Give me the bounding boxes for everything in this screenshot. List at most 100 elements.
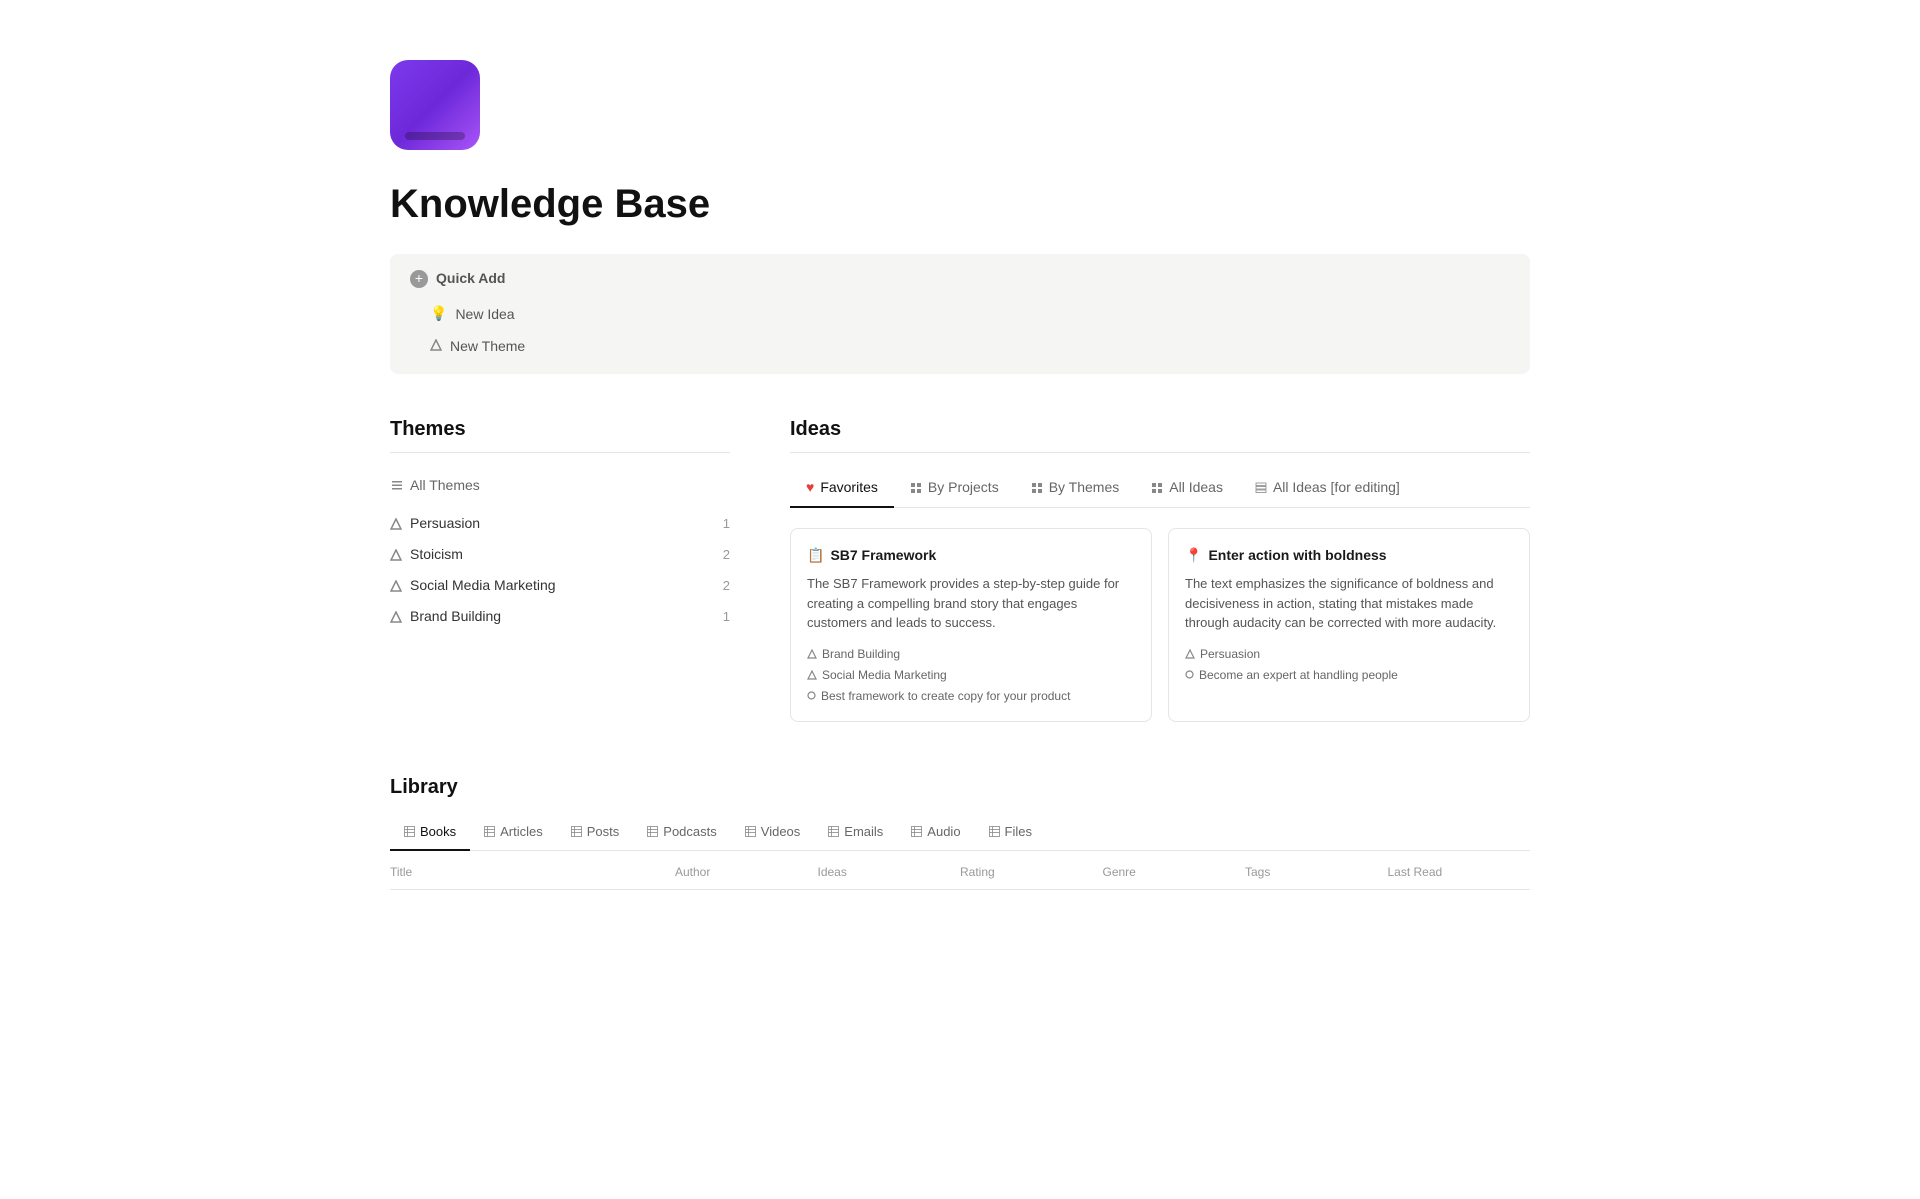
ideas-section-title: Ideas [790,414,1530,453]
triangle-icon [1185,649,1195,659]
tab-posts[interactable]: Posts [557,814,634,852]
list-icon [390,479,404,493]
tag-label: Brand Building [822,645,900,663]
library-section: Library Books Articles [390,772,1530,891]
quick-add-buttons: 💡 New Idea New Theme [410,299,1510,360]
ideas-column: Ideas ♥ Favorites By Projects By Themes [790,414,1530,722]
idea-card-desc: The SB7 Framework provides a step-by-ste… [807,574,1135,633]
quick-add-section: + Quick Add 💡 New Idea New Theme [390,254,1530,374]
grid-icon [910,482,922,494]
all-themes-link[interactable]: All Themes [390,469,730,502]
library-title: Library [390,772,1530,802]
themes-list: Persuasion 1 Stoicism 2 Social Media Mar… [390,508,730,632]
tab-by-projects-label: By Projects [928,477,999,498]
list-item[interactable]: Social Media Marketing 2 [390,570,730,601]
main-content-grid: Themes All Themes Persuasion 1 [390,414,1530,722]
idea-card-tags: Persuasion Become an expert at handling … [1185,645,1513,684]
tab-podcasts[interactable]: Podcasts [633,814,730,852]
tab-all-ideas[interactable]: All Ideas [1135,469,1239,508]
quick-add-header[interactable]: + Quick Add [410,268,1510,289]
table-icon [404,826,415,837]
header-title-label: Title [390,863,412,881]
theme-count: 2 [723,576,730,596]
circle-icon [1185,670,1194,679]
tab-all-ideas-editing[interactable]: All Ideas [for editing] [1239,469,1416,508]
tab-all-ideas-label: All Ideas [1169,477,1223,498]
tab-emails-label: Emails [844,822,883,842]
header-last-read[interactable]: Last Read [1388,863,1531,881]
tab-by-themes-label: By Themes [1049,477,1120,498]
tag-label: Become an expert at handling people [1199,666,1398,684]
theme-count: 1 [723,514,730,534]
idea-tag: Best framework to create copy for your p… [807,687,1135,705]
header-author-label: Author [675,863,710,881]
tag-label: Social Media Marketing [822,666,947,684]
grid-icon [1151,482,1163,494]
header-tags[interactable]: Tags [1245,863,1388,881]
all-themes-label: All Themes [410,475,480,496]
page-title: Knowledge Base [390,174,1530,234]
library-tabs: Books Articles Posts [390,814,1530,852]
tab-articles-label: Articles [500,822,543,842]
triangle-icon [390,611,402,623]
tab-books-label: Books [420,822,456,842]
header-tags-label: Tags [1245,863,1270,881]
list-item[interactable]: Persuasion 1 [390,508,730,539]
tab-books[interactable]: Books [390,814,470,852]
tab-videos[interactable]: Videos [731,814,815,852]
tab-by-themes[interactable]: By Themes [1015,469,1136,508]
idea-tag: Become an expert at handling people [1185,666,1513,684]
tab-videos-label: Videos [761,822,801,842]
card-emoji: 📍 [1185,545,1202,566]
new-idea-button[interactable]: 💡 New Idea [418,299,527,328]
header-rating-label: Rating [960,863,995,881]
header-ideas[interactable]: Ideas [818,863,961,881]
table-icon [484,826,495,837]
new-idea-label: New Idea [455,306,514,322]
header-author[interactable]: Author [675,863,818,881]
header-genre[interactable]: Genre [1103,863,1246,881]
logo-area [390,60,1530,150]
triangle-icon [390,549,402,561]
tab-by-projects[interactable]: By Projects [894,469,1015,508]
list-item[interactable]: Stoicism 2 [390,539,730,570]
table-icon [571,826,582,837]
tab-favorites-label: Favorites [820,477,878,498]
quick-add-label: Quick Add [436,268,506,289]
tag-label: Best framework to create copy for your p… [821,687,1070,705]
heart-icon: ♥ [806,477,814,498]
tab-podcasts-label: Podcasts [663,822,716,842]
idea-card-sb7[interactable]: 📋 SB7 Framework The SB7 Framework provid… [790,528,1152,722]
tab-favorites[interactable]: ♥ Favorites [790,469,894,508]
tag-label: Persuasion [1200,645,1260,663]
idea-card-desc: The text emphasizes the significance of … [1185,574,1513,633]
tab-posts-label: Posts [587,822,620,842]
theme-name: Stoicism [410,544,463,565]
page-container: Knowledge Base + Quick Add 💡 New Idea Ne… [310,0,1610,930]
tab-files-label: Files [1005,822,1032,842]
header-rating[interactable]: Rating [960,863,1103,881]
theme-count: 1 [723,607,730,627]
card-title-text: SB7 Framework [830,545,936,566]
idea-tag: Brand Building [807,645,1135,663]
grid-icon [1031,482,1043,494]
card-title-text: Enter action with boldness [1208,545,1386,566]
app-logo [390,60,480,150]
themes-section-title: Themes [390,414,730,453]
list-item[interactable]: Brand Building 1 [390,601,730,632]
tab-articles[interactable]: Articles [470,814,557,852]
idea-tag: Persuasion [1185,645,1513,663]
triangle-icon [807,670,817,680]
tab-audio[interactable]: Audio [897,814,974,852]
idea-card-boldness[interactable]: 📍 Enter action with boldness The text em… [1168,528,1530,722]
table-icon [989,826,1000,837]
new-theme-button[interactable]: New Theme [418,332,537,360]
tab-all-ideas-editing-label: All Ideas [for editing] [1273,477,1400,498]
triangle-icon [807,649,817,659]
tab-files[interactable]: Files [975,814,1046,852]
table-icon [1255,482,1267,494]
tab-emails[interactable]: Emails [814,814,897,852]
header-last-read-label: Last Read [1388,863,1443,881]
header-title[interactable]: Title [390,863,675,881]
ideas-cards: 📋 SB7 Framework The SB7 Framework provid… [790,528,1530,722]
